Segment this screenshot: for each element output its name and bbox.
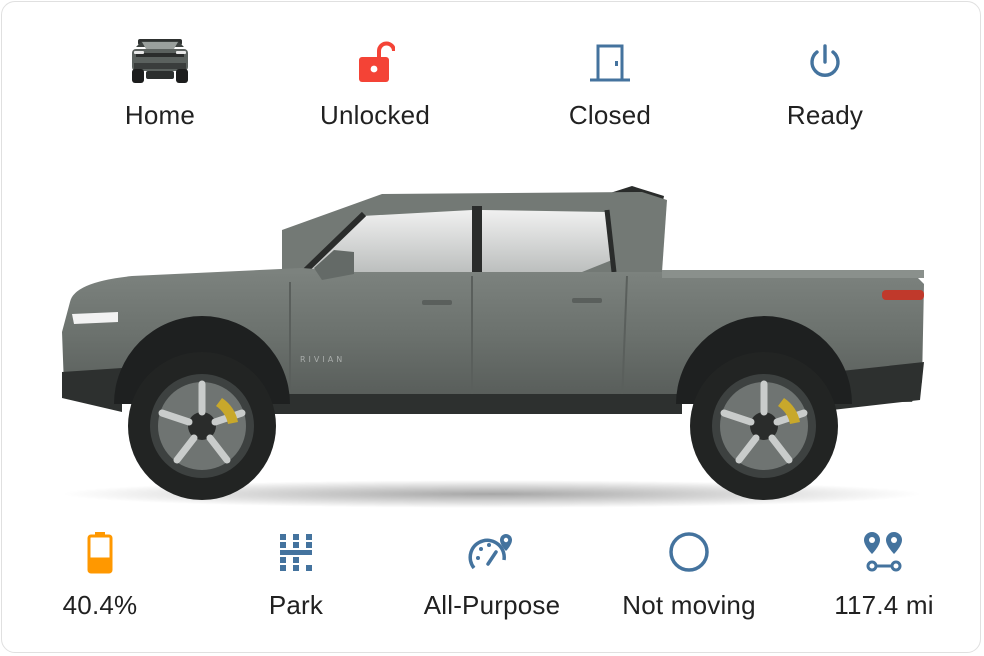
- doors-label: Closed: [568, 100, 652, 130]
- battery-label: 40.4%: [62, 590, 138, 620]
- gear-shift-icon: [206, 530, 386, 574]
- gear-label: Park: [268, 590, 324, 620]
- doors-status[interactable]: Closed: [520, 40, 700, 131]
- front-wheel: [128, 352, 276, 500]
- power-status[interactable]: Ready: [735, 40, 915, 131]
- location-label: Home: [124, 100, 196, 130]
- gear-status[interactable]: Park: [206, 530, 386, 621]
- battery-icon: [10, 530, 190, 574]
- closed-door-icon: [520, 40, 700, 84]
- range-label: 117.4 mi: [834, 590, 934, 620]
- truck-icon: [70, 39, 250, 84]
- power-label: Ready: [786, 100, 864, 130]
- vehicle-image: RIVIAN: [52, 172, 932, 512]
- lock-label: Unlocked: [320, 100, 430, 130]
- range-status[interactable]: 117.4 mi: [794, 530, 974, 621]
- map-marker-path-icon: [794, 530, 974, 574]
- power-icon: [735, 40, 915, 84]
- location-status[interactable]: Home: [70, 39, 250, 131]
- lock-status[interactable]: Unlocked: [285, 40, 465, 131]
- unlocked-padlock-icon: [285, 40, 465, 84]
- battery-status[interactable]: 40.4%: [10, 530, 190, 621]
- circle-outline-icon: [599, 530, 779, 574]
- speedometer-pin-icon: [402, 530, 582, 574]
- motion-status[interactable]: Not moving: [599, 530, 779, 621]
- rear-wheel: [690, 352, 838, 500]
- vehicle-status-card: Home Unlocked Closed Ready RIVIAN 40.4% …: [1, 1, 981, 653]
- drive-mode-status[interactable]: All-Purpose: [402, 530, 582, 621]
- motion-label: Not moving: [622, 590, 756, 620]
- drive-mode-label: All-Purpose: [423, 590, 561, 620]
- brand-wordmark: RIVIAN: [300, 355, 345, 364]
